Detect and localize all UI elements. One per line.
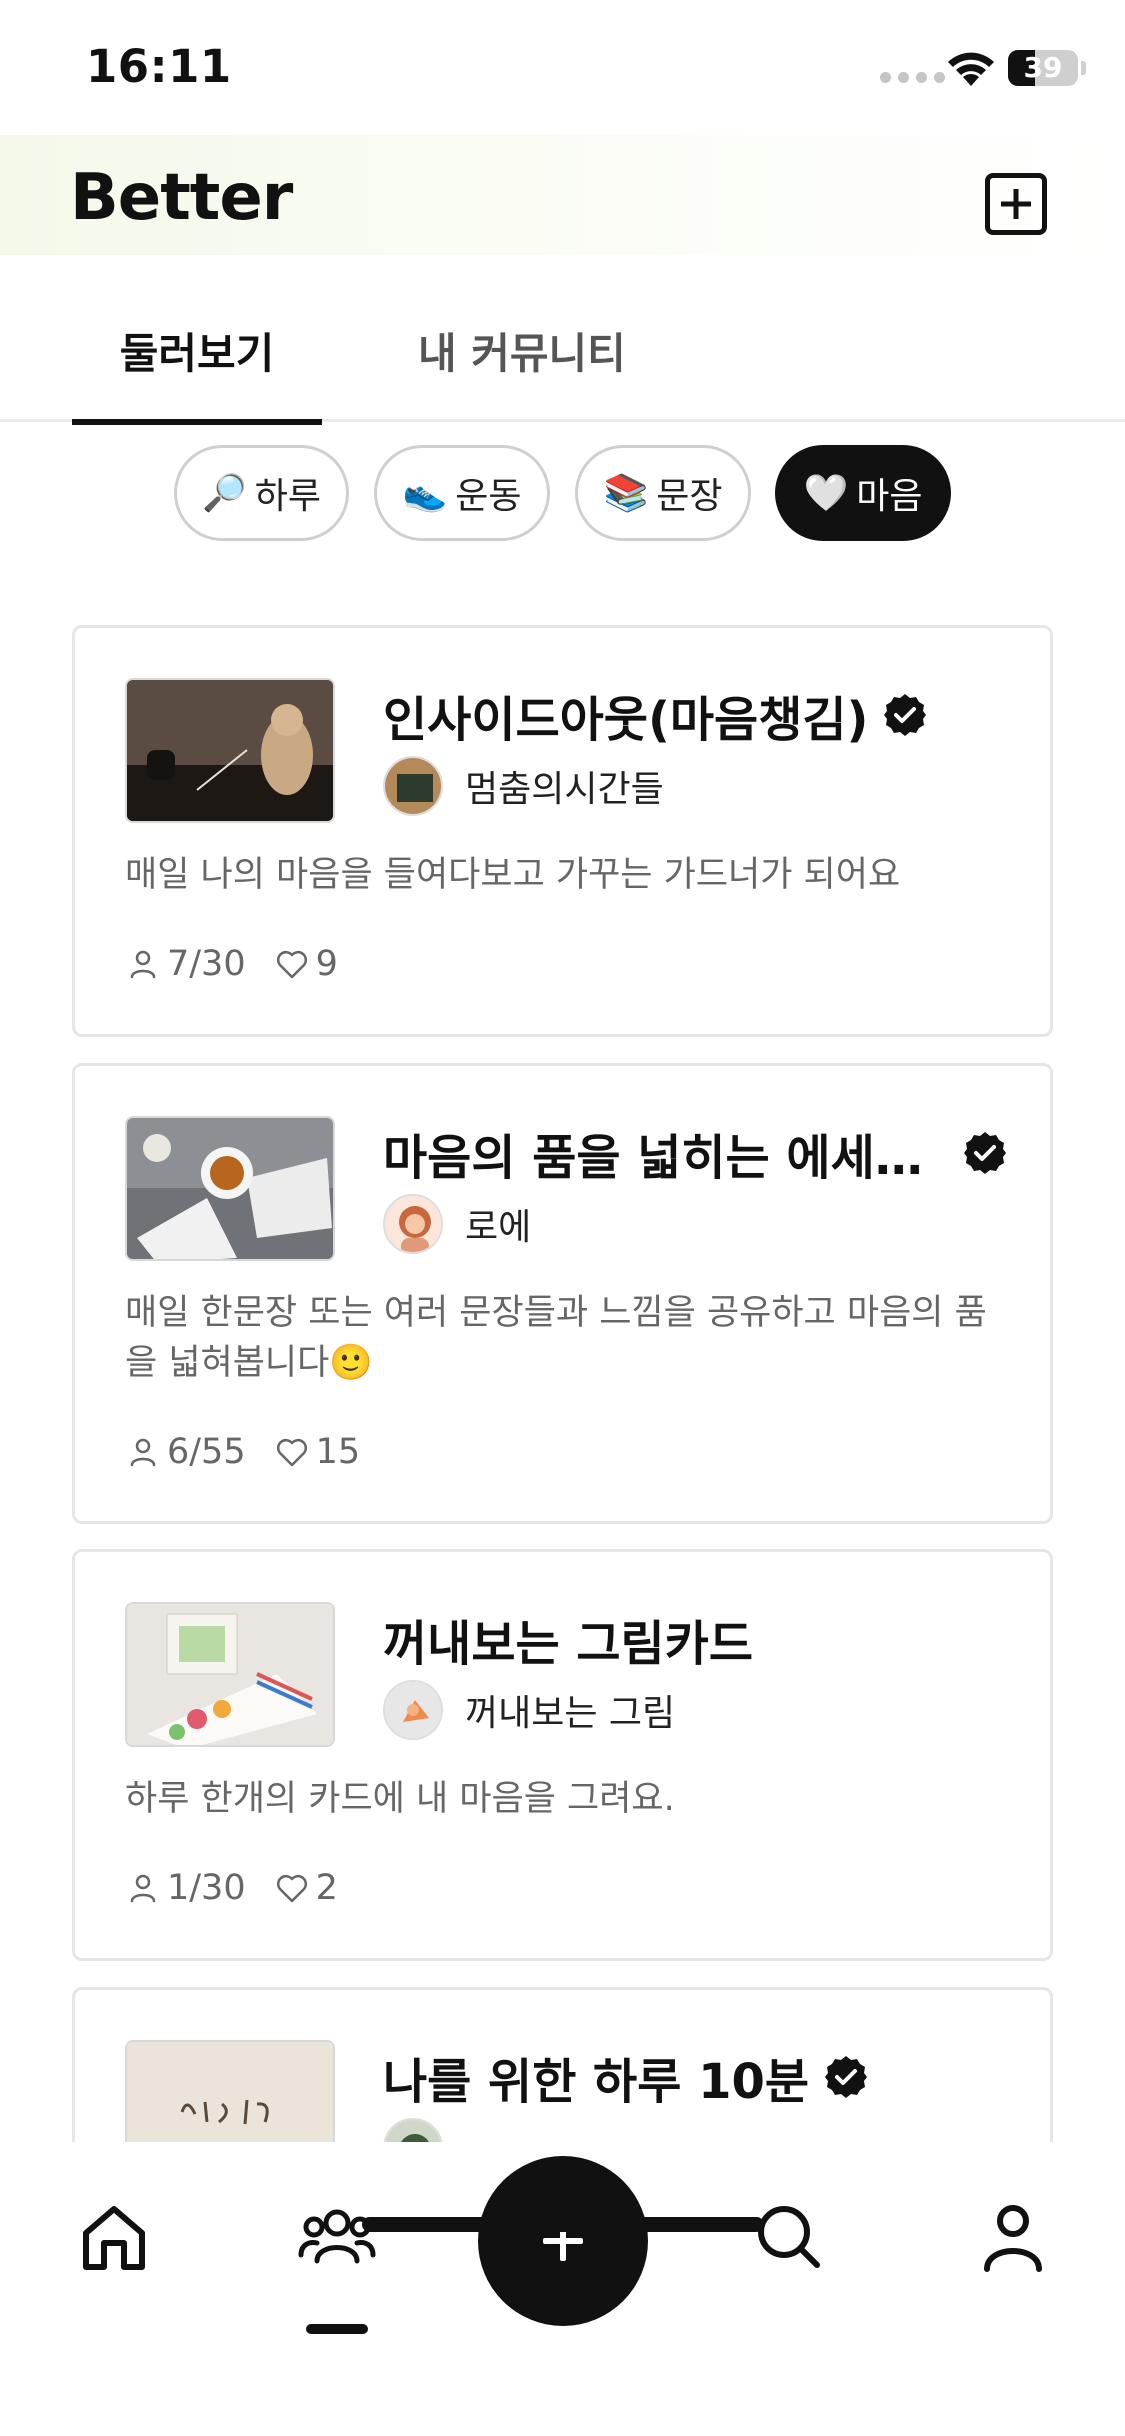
person-icon <box>130 1438 156 1467</box>
chip-daily[interactable]: 🔎 하루 <box>174 445 349 541</box>
chip-label: 마음 <box>856 476 923 517</box>
like-count-text: 15 <box>315 1432 361 1472</box>
avatar <box>383 1680 443 1740</box>
wifi-icon <box>948 52 994 86</box>
owner-name: 꺼내보는 그림 <box>465 1693 676 1734</box>
owner-name: 로에 <box>465 1207 532 1248</box>
chip-exercise[interactable]: 👟 운동 <box>374 445 550 541</box>
community-stats: 1/30 2 <box>125 1868 338 1908</box>
battery-cap <box>1081 61 1086 75</box>
sneaker-emoji-icon: 👟 <box>402 473 448 514</box>
like-count-text: 9 <box>315 944 338 984</box>
heart-outline-icon <box>276 950 307 979</box>
community-title: 꺼내보는 그림카드 <box>383 1604 753 1674</box>
app-header: Better <box>0 135 1125 255</box>
community-title: 인사이드아웃(마음챙김) <box>383 680 928 750</box>
white-heart-emoji-icon: 🤍 <box>803 473 849 514</box>
app-logo: Better <box>70 161 293 235</box>
status-time: 16:11 <box>86 40 232 93</box>
community-thumbnail <box>125 1602 335 1747</box>
community-title-text: 마음의 품을 넓히는 에세… <box>383 1130 923 1186</box>
community-card[interactable]: 꺼내보는 그림카드 꺼내보는 그림 하루 한개의 카드에 내 마음을 그려요. … <box>72 1549 1053 1961</box>
chip-label: 운동 <box>455 476 522 517</box>
person-icon <box>130 1874 156 1903</box>
community-icon[interactable] <box>297 2197 377 2277</box>
like-count: 9 <box>274 944 338 984</box>
bottom-navigation <box>0 2142 1125 2436</box>
community-card[interactable]: 인사이드아웃(마음챙김) 멈춤의시간들 매일 나의 마음을 들여다보고 가꾸는 … <box>72 625 1053 1037</box>
community-title-text: 인사이드아웃(마음챙김) <box>383 692 869 748</box>
active-tab-indicator <box>306 2324 368 2334</box>
category-chips: 🔎 하루 👟 운동 📚 문장 🤍 마음 <box>0 445 1125 541</box>
community-description: 매일 한문장 또는 여러 문장들과 느낌을 공유하고 마음의 품을 넓혀봅니다🙂 <box>125 1293 987 1383</box>
community-thumbnail <box>125 1116 335 1261</box>
books-emoji-icon: 📚 <box>603 473 649 514</box>
heart-outline-icon <box>276 1874 307 1903</box>
like-count: 15 <box>274 1432 361 1472</box>
tab-explore[interactable]: 둘러보기 <box>72 320 322 425</box>
member-count: 1/30 <box>125 1868 246 1908</box>
community-owner: 멈춤의시간들 <box>383 756 664 816</box>
community-stats: 7/30 9 <box>125 944 338 984</box>
chip-sentence[interactable]: 📚 문장 <box>575 445 751 541</box>
heart-outline-icon <box>276 1438 307 1467</box>
tab-bar: 둘러보기 내 커뮤니티 <box>0 290 1125 425</box>
avatar <box>383 756 443 816</box>
battery-percent: 39 <box>1023 51 1063 84</box>
member-count: 6/55 <box>125 1432 246 1472</box>
avatar <box>383 1194 443 1254</box>
battery-icon: 39 <box>1008 50 1078 86</box>
magnifier-emoji-icon: 🔎 <box>201 473 247 514</box>
community-owner: 로에 <box>383 1194 531 1254</box>
chip-mind[interactable]: 🤍 마음 <box>775 445 951 541</box>
add-icon[interactable] <box>478 2156 648 2326</box>
verified-badge-icon <box>884 694 927 736</box>
community-description: 매일 나의 마음을 들여다보고 가꾸는 가드너가 되어요 <box>125 855 901 895</box>
status-bar: 16:11 39 <box>0 0 1125 135</box>
member-count: 7/30 <box>125 944 246 984</box>
member-count-text: 6/55 <box>167 1432 246 1472</box>
member-count-text: 1/30 <box>167 1868 246 1908</box>
home-indicator <box>362 2217 764 2232</box>
community-title-text: 꺼내보는 그림카드 <box>383 1616 753 1672</box>
community-title: 나를 위한 하루 10분 <box>383 2042 869 2112</box>
community-title-text: 나를 위한 하루 10분 <box>383 2054 810 2110</box>
person-icon <box>130 950 156 979</box>
chip-label: 하루 <box>254 476 322 517</box>
member-count-text: 7/30 <box>167 944 246 984</box>
community-thumbnail <box>125 678 335 823</box>
owner-name: 멈춤의시간들 <box>465 769 664 810</box>
community-title: 마음의 품을 넓히는 에세… <box>383 1118 1008 1188</box>
tab-my-community[interactable]: 내 커뮤니티 <box>418 320 626 422</box>
cellular-signal-icon <box>880 72 945 83</box>
community-card[interactable]: 마음의 품을 넓히는 에세… 로에 매일 한문장 또는 여러 문장들과 느낌을 … <box>72 1063 1053 1524</box>
like-count-text: 2 <box>315 1868 338 1908</box>
chip-label: 문장 <box>656 476 723 517</box>
profile-icon[interactable] <box>973 2197 1053 2277</box>
like-count: 2 <box>274 1868 338 1908</box>
verified-badge-icon <box>825 2056 868 2098</box>
community-stats: 6/55 15 <box>125 1432 360 1472</box>
home-icon[interactable] <box>74 2197 154 2277</box>
create-community-button[interactable] <box>985 173 1047 235</box>
community-description: 하루 한개의 카드에 내 마음을 그려요. <box>125 1779 675 1819</box>
community-owner: 꺼내보는 그림 <box>383 1680 675 1740</box>
search-icon[interactable] <box>749 2197 829 2277</box>
verified-badge-icon <box>964 1132 1006 1174</box>
